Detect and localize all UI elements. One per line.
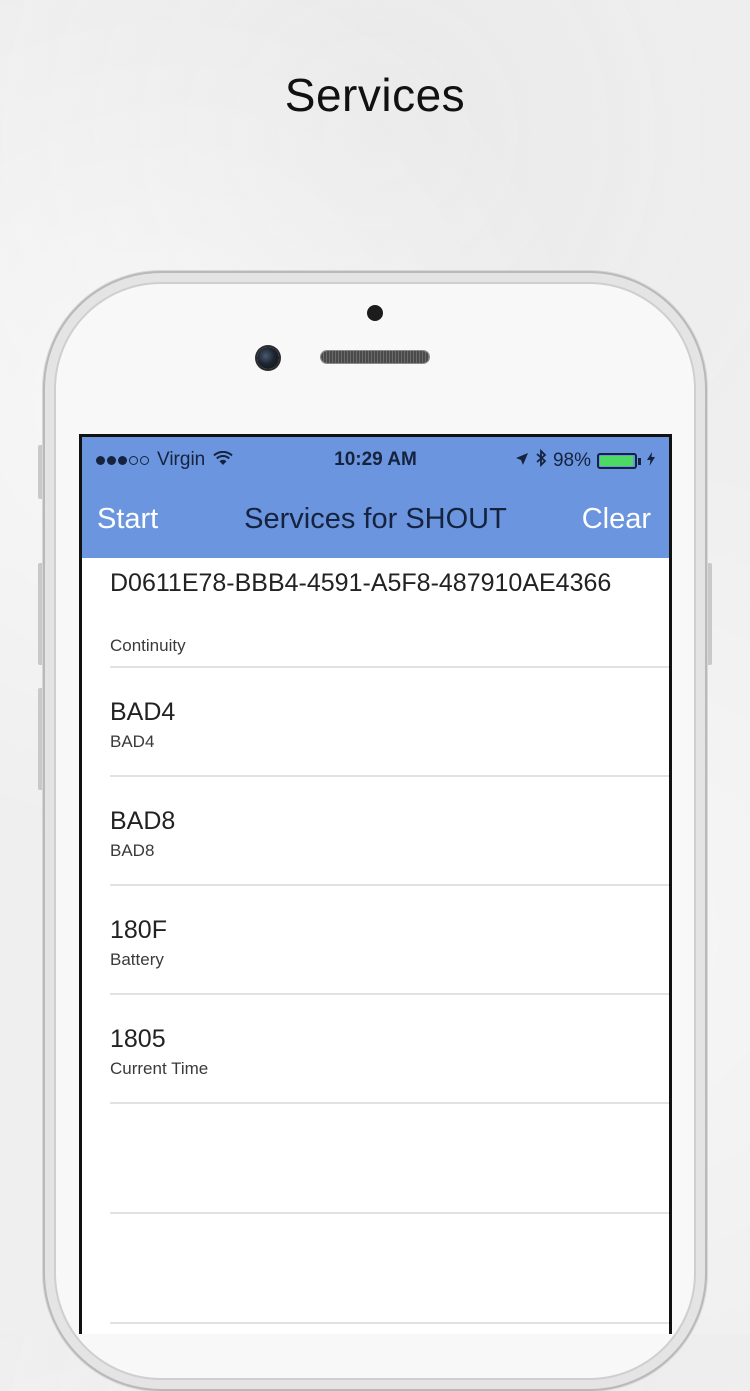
service-name: BAD8 (110, 841, 155, 860)
battery-tip (638, 457, 641, 465)
status-bar: Virgin 10:29 AM 98% (82, 437, 669, 483)
navigation-bar: Start Services for SHOUT Clear (82, 483, 669, 558)
bluetooth-icon (535, 448, 547, 473)
list-item[interactable]: D0611E78-BBB4-4591-A5F8-487910AE4366 Con… (110, 558, 669, 668)
service-name: Battery (110, 950, 164, 969)
list-item[interactable]: 180F Battery (110, 886, 669, 995)
front-camera-icon (257, 347, 279, 369)
phone-screen: Virgin 10:29 AM 98% Start Services for S… (79, 434, 672, 1334)
list-item[interactable]: BAD4 BAD4 (110, 668, 669, 777)
empty-row (110, 1214, 669, 1324)
earpiece-speaker (321, 351, 429, 363)
service-uuid: BAD4 (110, 698, 176, 726)
list-item[interactable]: 1805 Current Time (110, 995, 669, 1104)
list-item[interactable]: BAD8 BAD8 (110, 777, 669, 886)
app-header: Virgin 10:29 AM 98% Start Services for S… (82, 437, 669, 558)
location-arrow-icon (515, 450, 529, 472)
battery-icon (597, 453, 637, 469)
clear-button[interactable]: Clear (582, 503, 651, 536)
service-uuid: D0611E78-BBB4-4591-A5F8-487910AE4366 (110, 569, 612, 597)
service-name: BAD4 (110, 732, 155, 751)
battery-percent: 98% (552, 450, 591, 471)
proximity-sensor (367, 305, 383, 321)
service-uuid: 180F (110, 916, 167, 944)
page-heading: Services (284, 69, 466, 121)
service-name: Continuity (110, 636, 186, 655)
service-uuid: 1805 (110, 1025, 166, 1053)
charging-icon (647, 451, 655, 471)
empty-row (110, 1104, 669, 1214)
service-uuid: BAD8 (110, 807, 176, 835)
status-right: 98% (509, 448, 655, 473)
battery-level (600, 456, 634, 466)
services-list: D0611E78-BBB4-4591-A5F8-487910AE4366 Con… (82, 558, 669, 1324)
service-name: Current Time (110, 1059, 209, 1078)
